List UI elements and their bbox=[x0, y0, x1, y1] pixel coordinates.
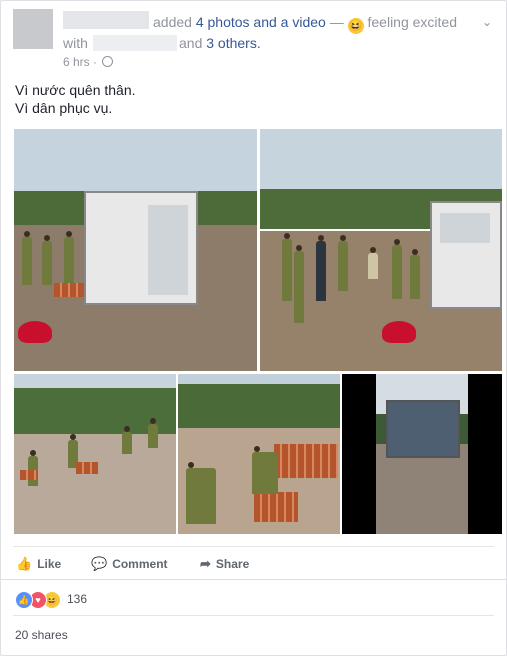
post-line-2: Vì dân phục vụ. bbox=[15, 100, 113, 116]
photo-3[interactable] bbox=[14, 374, 176, 534]
post-header-line-2: and 3 others. bbox=[179, 34, 261, 52]
video-thumbnail[interactable] bbox=[342, 374, 502, 534]
overturned-truck bbox=[84, 191, 198, 305]
post-line-1: Vì nước quên thân. bbox=[15, 82, 136, 98]
tagged-friend-redacted[interactable] bbox=[93, 35, 177, 51]
share-arrow-icon: ➦ bbox=[200, 556, 211, 571]
comment-label: Comment bbox=[112, 557, 168, 571]
shares-divider bbox=[13, 615, 494, 616]
thumbs-up-icon: 👍 bbox=[16, 556, 33, 571]
photo-2[interactable] bbox=[260, 129, 502, 371]
action-divider-top bbox=[13, 546, 494, 547]
like-button[interactable]: 👍 Like bbox=[16, 556, 61, 572]
like-label: Like bbox=[37, 557, 62, 571]
reactions-divider bbox=[1, 579, 506, 580]
globe-icon bbox=[102, 56, 114, 67]
post-message: Vì nước quên thân. Vì dân phục vụ. bbox=[15, 81, 136, 117]
reactions-summary[interactable]: 👍 ♥ 😆 bbox=[15, 590, 61, 609]
author-avatar[interactable] bbox=[13, 9, 53, 49]
post-card: added 4 photos and a video — 😆 feeling e… bbox=[0, 0, 507, 656]
others-link[interactable]: 3 others. bbox=[206, 35, 260, 51]
speech-bubble-icon: 💬 bbox=[91, 556, 108, 571]
video-truck bbox=[386, 400, 460, 458]
photo-1[interactable] bbox=[14, 129, 257, 371]
header-verb: added bbox=[153, 14, 192, 30]
police-siren bbox=[18, 321, 52, 343]
reaction-count[interactable]: 136 bbox=[67, 592, 87, 606]
author-name-redacted[interactable] bbox=[63, 11, 149, 29]
post-options-chevron-icon[interactable]: ⌄ bbox=[482, 15, 492, 29]
header-and: and bbox=[179, 35, 203, 51]
shares-count[interactable]: 20 shares bbox=[15, 628, 68, 642]
photo-4[interactable] bbox=[178, 374, 340, 534]
header-with-label: with bbox=[63, 35, 88, 51]
timestamp-text: 6 hrs bbox=[63, 55, 90, 69]
post-header-line-1: added 4 photos and a video — 😆 feeling e… bbox=[153, 13, 457, 34]
comment-button[interactable]: 💬 Comment bbox=[91, 556, 168, 572]
share-label: Share bbox=[215, 557, 250, 571]
photos-link[interactable]: 4 photos and a video bbox=[196, 14, 326, 30]
like-icon: 👍 bbox=[15, 591, 33, 609]
overturned-truck-2 bbox=[430, 201, 502, 309]
feeling-text: feeling excited bbox=[367, 14, 458, 30]
police-siren-2 bbox=[382, 321, 416, 343]
share-button[interactable]: ➦ Share bbox=[200, 556, 249, 572]
post-timestamp[interactable]: 6 hrs · bbox=[63, 55, 114, 69]
excited-emoji-icon: 😆 bbox=[347, 18, 364, 34]
header-dash: — bbox=[329, 14, 344, 30]
